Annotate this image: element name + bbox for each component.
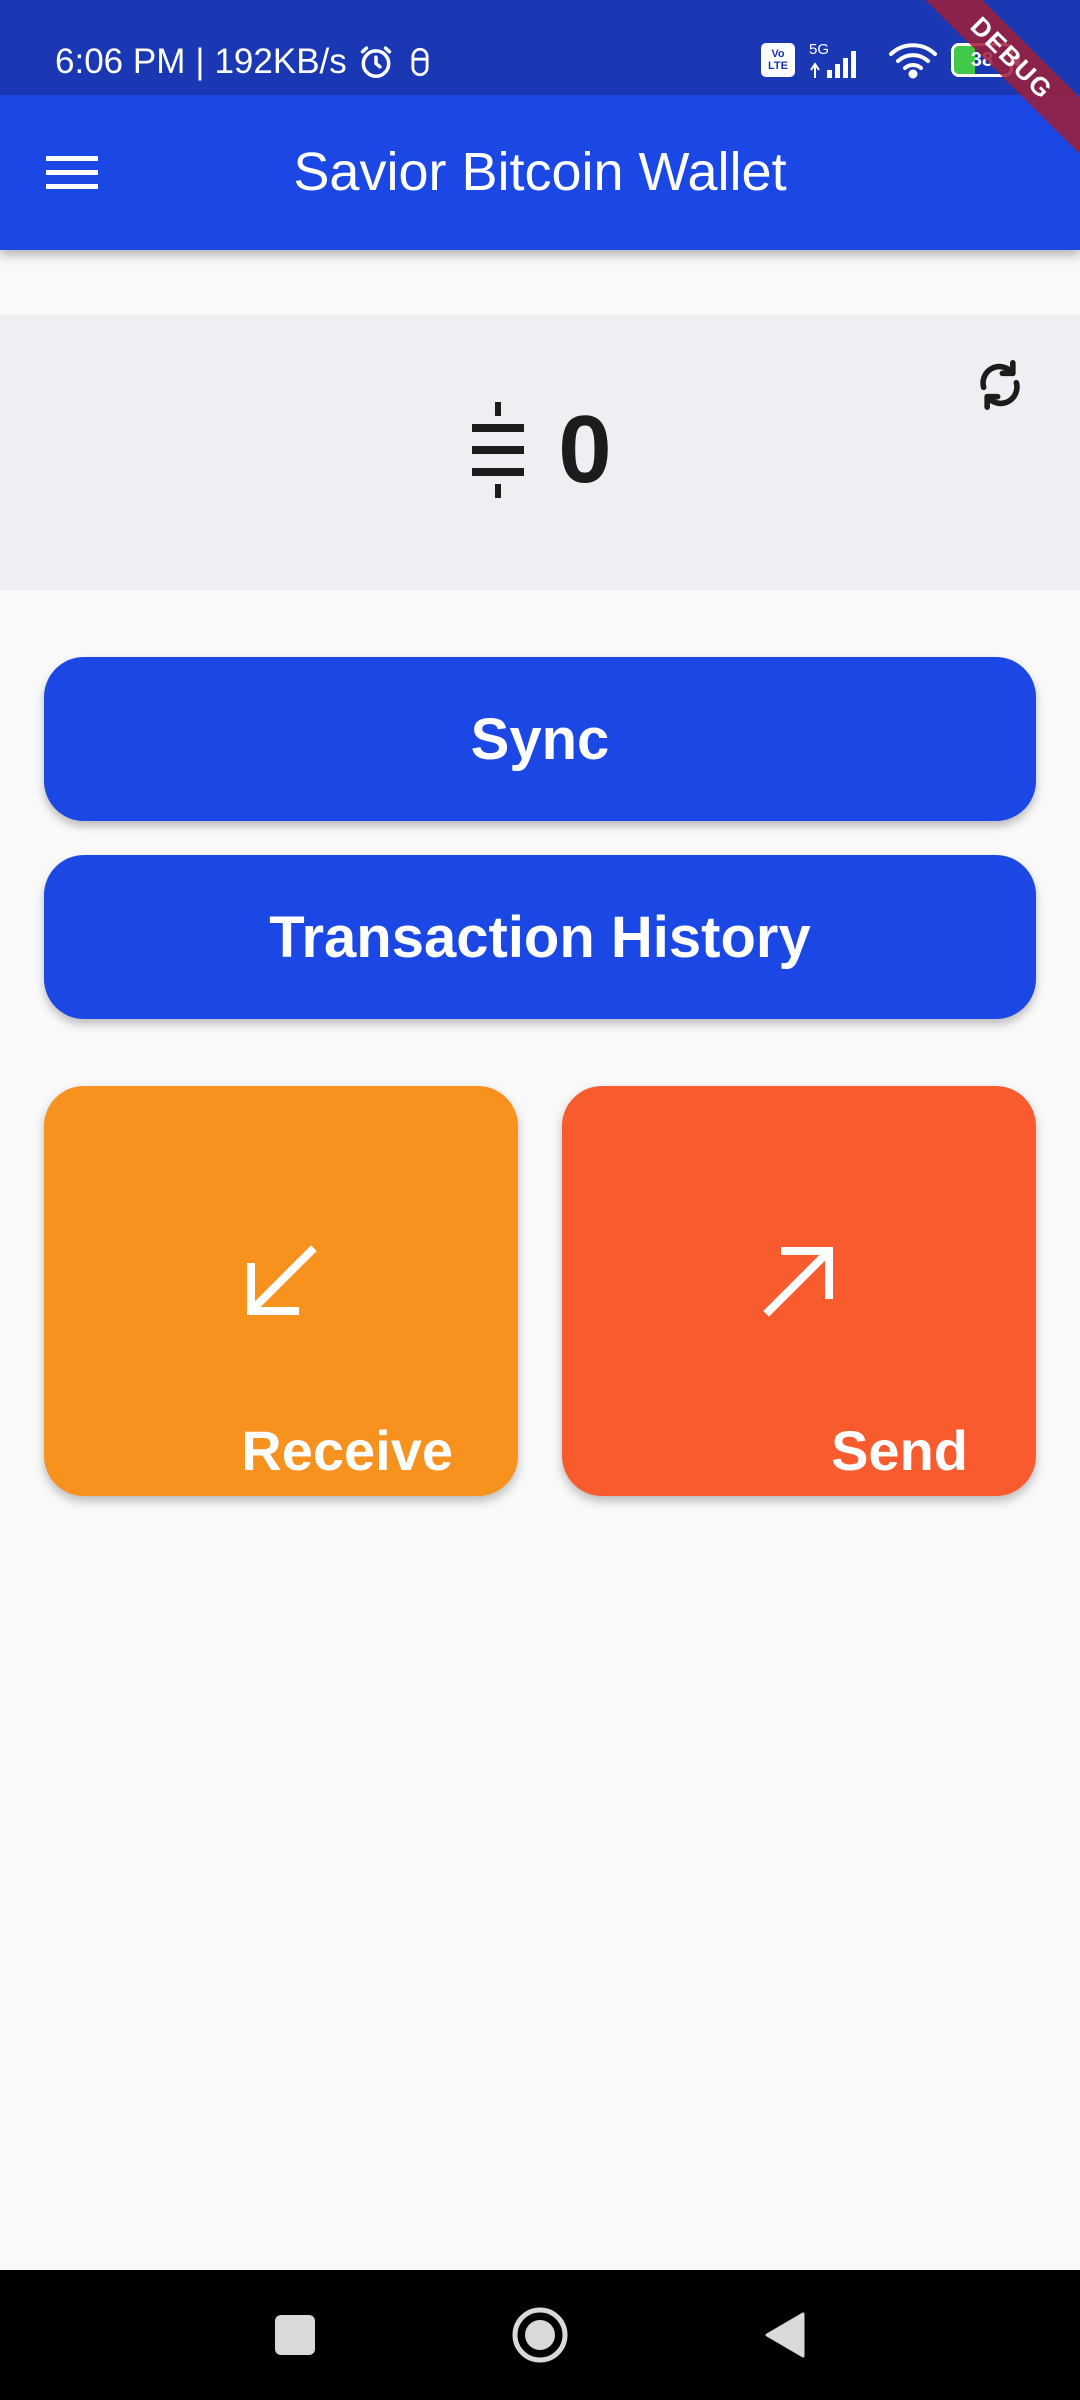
refresh-icon — [972, 355, 1028, 415]
triangle-back-icon — [763, 2310, 807, 2360]
app-title: Savior Bitcoin Wallet — [293, 142, 787, 202]
receive-icon-wrap — [44, 1241, 518, 1321]
receive-button[interactable]: Receive — [44, 1086, 518, 1496]
volte-label-bottom: LTE — [768, 60, 788, 72]
app-screen: 6:06 PM | 192KB/s Vo LTE 5G 38 DEBUG Sav… — [0, 0, 1080, 2400]
network-type-label: 5G — [809, 41, 829, 58]
balance-panel: 0 — [0, 315, 1080, 590]
status-separator: | — [195, 42, 205, 81]
balance-row: 0 — [0, 400, 1080, 500]
status-time: 6:06 PM — [55, 42, 186, 81]
back-button[interactable] — [745, 2295, 825, 2375]
balance-amount: 0 — [558, 396, 612, 503]
arrow-up-right-icon — [759, 1241, 839, 1321]
home-button[interactable] — [500, 2295, 580, 2375]
cellular-signal-icon: 5G — [807, 40, 875, 80]
send-icon-wrap — [562, 1241, 1036, 1321]
app-bar: Savior Bitcoin Wallet — [0, 95, 1080, 250]
status-net-speed: 192KB/s — [214, 42, 347, 81]
status-left-group: 6:06 PM | 192KB/s — [55, 40, 435, 84]
alarm-clock-icon — [357, 43, 395, 81]
system-navigation-bar — [0, 2270, 1080, 2400]
arrow-down-left-icon — [241, 1241, 321, 1321]
recents-button[interactable] — [255, 2295, 335, 2375]
sync-button[interactable]: Sync — [44, 657, 1036, 821]
status-bar: 6:06 PM | 192KB/s Vo LTE 5G 38 — [0, 0, 1080, 95]
accessibility-icon — [405, 45, 435, 79]
satoshi-symbol-icon — [468, 400, 528, 500]
refresh-button[interactable] — [960, 345, 1040, 425]
send-label: Send — [831, 1419, 968, 1482]
volte-label-top: Vo — [771, 48, 785, 60]
transaction-history-button[interactable]: Transaction History — [44, 855, 1036, 1019]
send-button[interactable]: Send — [562, 1086, 1036, 1496]
receive-label: Receive — [241, 1419, 453, 1482]
wifi-icon — [887, 40, 939, 80]
square-recents-icon — [273, 2313, 317, 2357]
circle-home-icon — [510, 2305, 570, 2365]
volte-badge: Vo LTE — [761, 43, 795, 77]
